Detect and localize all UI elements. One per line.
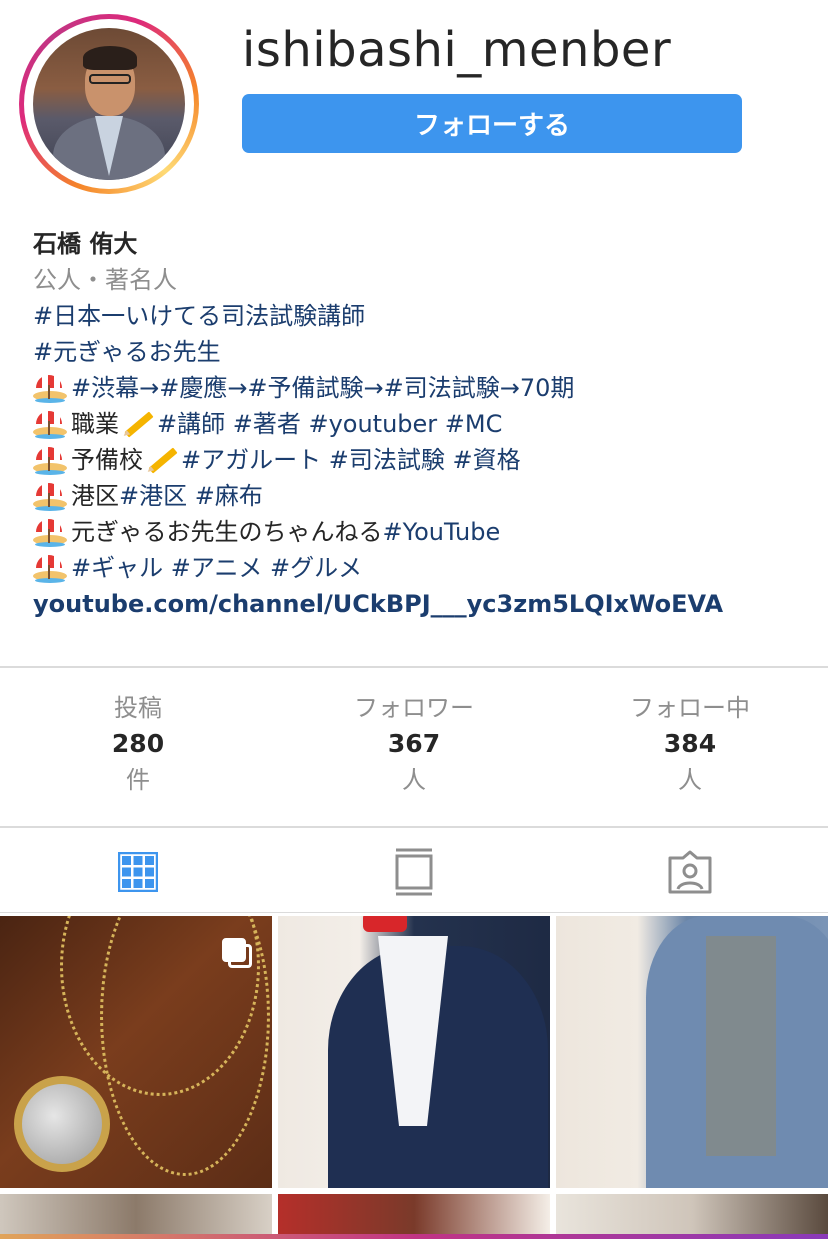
story-progress-bar [0, 1234, 828, 1239]
feed-icon [395, 848, 433, 896]
post-thumbnail[interactable] [278, 916, 550, 1188]
stat-posts-unit: 件 [126, 766, 150, 794]
display-name: 石橋 侑大 [33, 230, 138, 258]
bio-line-8-tags[interactable]: #ギャル #アニメ #グルメ [71, 550, 362, 586]
category-label: 公人・著名人 [33, 266, 177, 294]
stat-following-unit: 人 [678, 766, 702, 794]
bio-line-8: #ギャル #アニメ #グルメ [33, 550, 823, 586]
bio-line-5: 予備校 #アガルート #司法試験 #資格 [33, 442, 823, 478]
website-link[interactable]: youtube.com/channel/UCkBPJ___yc3zm5LQIxW… [33, 586, 823, 622]
profile-header: ishibashi_menber フォローする [0, 0, 828, 220]
bio-line-6-label: 港区 [71, 482, 119, 510]
divider [0, 666, 828, 668]
tab-feed[interactable] [276, 830, 552, 914]
bio-line-6: 港区 #港区 #麻布 [33, 478, 823, 514]
bio-line-5-label: 予備校 [71, 446, 143, 474]
bio-line-1[interactable]: #日本一いけてる司法試験講師 [33, 298, 823, 334]
tab-grid[interactable] [0, 830, 276, 914]
bio-line-4-label: 職業 [71, 410, 119, 438]
bio-line-3-text[interactable]: #渋幕→#慶應→#予備試験→#司法試験→70期 [71, 370, 574, 406]
bio-line-6-tags[interactable]: #港区 #麻布 [119, 478, 263, 514]
grid-icon [118, 852, 158, 892]
post-thumbnail[interactable] [278, 1194, 550, 1239]
post-thumbnail[interactable] [556, 916, 828, 1188]
bio-line-2[interactable]: #元ぎゃるお先生 [33, 334, 823, 370]
pencil-icon [145, 446, 179, 475]
bio-line-7-label: 元ぎゃるお先生のちゃんねる [71, 518, 383, 546]
stat-followers[interactable]: フォロワー 367 人 [276, 690, 552, 800]
stat-followers-value: 367 [387, 729, 441, 758]
stat-following[interactable]: フォロー中 384 人 [552, 690, 828, 800]
stat-posts[interactable]: 投稿 280 件 [0, 690, 276, 800]
profile-tabs [0, 830, 828, 914]
carousel-icon [222, 938, 252, 968]
beach-umbrella-icon [33, 445, 67, 475]
stat-followers-unit: 人 [402, 766, 426, 794]
post-thumbnail[interactable] [0, 916, 272, 1188]
post-thumbnail[interactable] [0, 1194, 272, 1239]
pencil-icon [121, 410, 155, 439]
divider [0, 826, 828, 828]
bio-line-5-tags[interactable]: #アガルート #司法試験 #資格 [181, 442, 521, 478]
tab-tagged[interactable] [552, 830, 828, 914]
stat-followers-label: フォロワー [354, 694, 474, 722]
stat-posts-label: 投稿 [114, 694, 162, 722]
stat-following-label: フォロー中 [630, 694, 750, 722]
username: ishibashi_menber [242, 22, 672, 78]
bio: 石橋 侑大 公人・著名人 #日本一いけてる司法試験講師 #元ぎゃるお先生 #渋幕… [33, 226, 823, 622]
bio-line-3: #渋幕→#慶應→#予備試験→#司法試験→70期 [33, 370, 823, 406]
avatar[interactable] [33, 28, 185, 180]
divider [0, 912, 828, 913]
bio-line-4-tags[interactable]: #講師 #著者 #youtuber #MC [157, 406, 502, 442]
bio-line-7: 元ぎゃるお先生のちゃんねる #YouTube [33, 514, 823, 550]
beach-umbrella-icon [33, 481, 67, 511]
post-thumbnail[interactable] [556, 1194, 828, 1239]
bio-line-4: 職業 #講師 #著者 #youtuber #MC [33, 406, 823, 442]
beach-umbrella-icon [33, 373, 67, 403]
bio-line-7-tags[interactable]: #YouTube [383, 514, 501, 550]
stat-following-value: 384 [663, 729, 717, 758]
follow-button[interactable]: フォローする [242, 94, 742, 153]
stats-bar: 投稿 280 件 フォロワー 367 人 フォロー中 384 人 [0, 690, 828, 800]
beach-umbrella-icon [33, 553, 67, 583]
stat-posts-value: 280 [111, 729, 165, 758]
beach-umbrella-icon [33, 517, 67, 547]
tagged-icon [668, 850, 712, 894]
beach-umbrella-icon [33, 409, 67, 439]
